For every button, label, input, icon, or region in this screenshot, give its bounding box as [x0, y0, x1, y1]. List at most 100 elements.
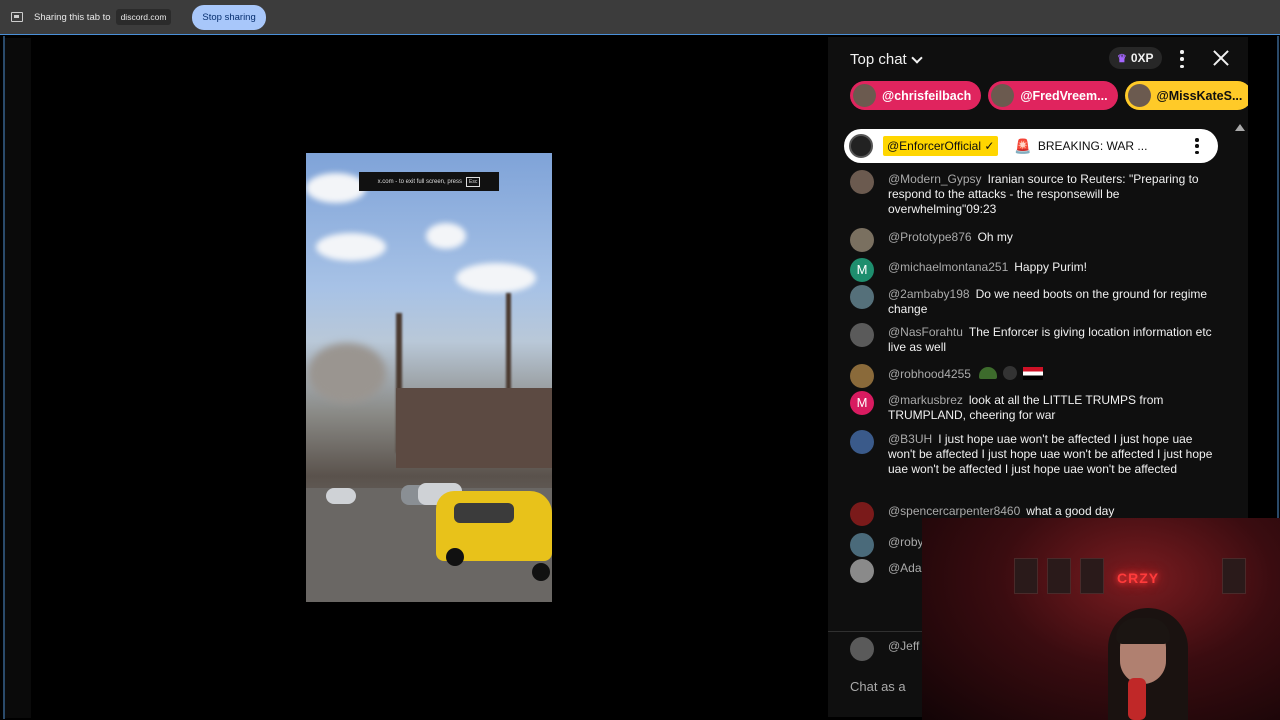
left-gutter — [5, 38, 31, 718]
message-author[interactable]: @2ambaby198 — [888, 287, 970, 301]
chat-message[interactable]: @spencercarpenter8460 what a good day — [850, 502, 1220, 526]
wall-frame — [1222, 558, 1246, 594]
wall-frame — [1014, 558, 1038, 594]
esc-key: Esc — [466, 176, 481, 187]
avatar[interactable] — [850, 285, 874, 309]
wall-frame — [1047, 558, 1071, 594]
fullscreen-toast-text: x.com - to exit full screen, press — [377, 178, 463, 185]
message-author[interactable]: @robhood4255 — [888, 367, 971, 381]
avatar[interactable] — [850, 637, 874, 661]
wheel — [446, 548, 464, 566]
avatar[interactable] — [850, 533, 874, 557]
avatar[interactable] — [850, 364, 874, 388]
message-author[interactable]: @michaelmontana251 — [888, 260, 1008, 274]
more-options-icon[interactable] — [1177, 50, 1187, 68]
chat-message[interactable]: @robhood4255 — [850, 364, 1220, 388]
wheel — [532, 563, 550, 581]
chat-message[interactable]: @NasForahtu The Enforcer is giving locati… — [850, 323, 1220, 355]
super-chat-ticker[interactable]: @MissKateS... — [1124, 81, 1248, 110]
xp-badge[interactable]: ♛ 0XP — [1109, 47, 1162, 69]
video-player[interactable]: x.com - to exit full screen, press Esc — [306, 153, 552, 602]
chat-message[interactable]: M @markusbrez look at all the LITTLE TRUMP… — [850, 391, 1220, 423]
avatar[interactable] — [850, 502, 874, 526]
message-author[interactable]: @B3UH — [888, 432, 932, 446]
avatar — [1127, 84, 1151, 107]
chat-message[interactable]: M @michaelmontana251 Happy Purim! — [850, 258, 1220, 282]
message-author[interactable]: @Ada — [888, 561, 922, 575]
cloud — [316, 233, 386, 261]
message-author[interactable]: @Prototype876 — [888, 230, 972, 244]
avatar — [853, 84, 876, 107]
pinned-message[interactable]: @EnforcerOfficial ✓ 🚨 BREAKING: WAR ... — [844, 129, 1218, 163]
webcam-overlay: CRZY — [922, 518, 1280, 720]
tab-sharing-bar: Sharing this tab to discord.com Stop sha… — [0, 0, 1280, 35]
message-author[interactable]: @roby — [888, 535, 924, 549]
bomb-emoji — [1002, 366, 1017, 380]
avatar[interactable] — [850, 430, 874, 454]
avatar[interactable]: M — [850, 391, 874, 415]
taxi-window — [454, 503, 514, 523]
chat-mode-title[interactable]: Top chat — [850, 51, 907, 68]
chat-message[interactable]: @Modern_Gypsy Iranian source to Reuters: … — [850, 170, 1220, 218]
more-options-icon[interactable] — [1195, 138, 1199, 154]
avatar — [849, 134, 873, 158]
message-text: what a good day — [1026, 504, 1115, 518]
fullscreen-toast: x.com - to exit full screen, press Esc — [359, 172, 499, 191]
siren-icon: 🚨 — [1014, 137, 1032, 154]
smoke-plume — [308, 343, 386, 403]
ticker-name: @chrisfeilbach — [882, 88, 972, 103]
message-text: Oh my — [977, 230, 1013, 244]
message-author[interactable]: @markusbrez — [888, 393, 963, 407]
message-body: @markusbrez look at all the LITTLE TRUMPS… — [888, 393, 1220, 423]
ticker-name: @FredVreem... — [1020, 88, 1108, 103]
message-text: I just hope uae won't be affected I just… — [888, 432, 1213, 477]
ticker-name: @MissKateS... — [1156, 88, 1243, 103]
message-text: Happy Purim! — [1014, 260, 1087, 274]
pinned-text: BREAKING: WAR ... — [1037, 139, 1148, 153]
flag-emoji — [1022, 367, 1043, 380]
streamer-hair — [1116, 618, 1170, 644]
cloud — [456, 263, 536, 293]
message-body: @NasForahtu The Enforcer is giving locati… — [888, 325, 1220, 355]
avatar[interactable] — [850, 170, 874, 194]
screen-share-icon — [11, 12, 23, 22]
stop-sharing-button[interactable]: Stop sharing — [192, 4, 266, 30]
microphone — [1128, 678, 1146, 720]
message-author[interactable]: @Modern_Gypsy — [888, 172, 982, 186]
message-body: @2ambaby198 Do we need boots on the groun… — [888, 287, 1220, 317]
avatar — [991, 84, 1015, 107]
super-chat-tickers: @chrisfeilbach @FredVreem... @MissKateS... — [850, 81, 1248, 110]
xp-label: 0XP — [1130, 51, 1154, 65]
message-author[interactable]: @Jeff — [888, 639, 919, 653]
chevron-down-icon[interactable] — [911, 51, 923, 64]
avatar[interactable] — [850, 323, 874, 347]
message-body: @robhood4255 — [888, 366, 1220, 382]
cloud — [306, 173, 366, 203]
close-icon[interactable] — [1212, 49, 1230, 67]
message-body: @michaelmontana251 Happy Purim! — [888, 260, 1220, 275]
wall-frame — [1080, 558, 1104, 594]
neon-sign: CRZY — [1117, 570, 1160, 586]
message-body: @spencercarpenter8460 what a good day — [888, 504, 1220, 519]
crown-icon: ♛ — [1117, 52, 1127, 65]
super-chat-ticker[interactable]: @chrisfeilbach — [850, 81, 982, 110]
chat-message[interactable]: @B3UH I just hope uae won't be affected I… — [850, 430, 1220, 478]
avatar[interactable]: M — [850, 258, 874, 282]
avatar[interactable] — [850, 559, 874, 583]
helmet-emoji — [978, 367, 997, 379]
shared-domain: discord.com — [115, 9, 172, 25]
avatar[interactable] — [850, 228, 874, 252]
chat-message[interactable]: @Prototype876 Oh my — [850, 228, 1220, 252]
scroll-up-icon[interactable] — [1235, 124, 1245, 131]
car — [326, 488, 356, 504]
message-body: @Modern_Gypsy Iranian source to Reuters: … — [888, 172, 1220, 218]
pinned-author[interactable]: @EnforcerOfficial ✓ — [883, 136, 999, 156]
building — [396, 388, 552, 468]
message-author[interactable]: @NasForahtu — [888, 325, 963, 339]
message-body: @B3UH I just hope uae won't be affected I… — [888, 432, 1220, 478]
cloud — [426, 223, 466, 249]
message-author[interactable]: @spencercarpenter8460 — [888, 504, 1020, 518]
sharing-label: Sharing this tab to — [34, 11, 111, 23]
super-chat-ticker[interactable]: @FredVreem... — [988, 81, 1118, 110]
chat-message[interactable]: @2ambaby198 Do we need boots on the groun… — [850, 285, 1220, 317]
